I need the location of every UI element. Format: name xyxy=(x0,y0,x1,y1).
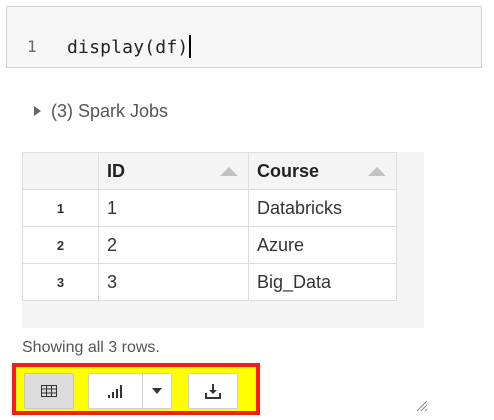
column-header-label: ID xyxy=(107,160,125,181)
resize-handle-icon[interactable] xyxy=(414,398,428,412)
spark-jobs-toggle[interactable]: (3) Spark Jobs xyxy=(34,100,168,122)
code-editor[interactable]: 1 display(df) xyxy=(6,6,482,68)
table-row: 1 1 Databricks xyxy=(22,189,397,227)
column-header-course[interactable]: Course xyxy=(248,152,397,190)
download-icon xyxy=(205,384,221,399)
row-count-text: Showing all 3 rows. xyxy=(22,339,160,356)
line-number: 1 xyxy=(27,37,37,56)
bar-chart-icon xyxy=(107,385,122,398)
results-table-container: ID Course 1 1 Databricks 2 2 Azure 3 3 B… xyxy=(22,152,424,328)
row-index: 2 xyxy=(22,226,99,264)
table-icon xyxy=(41,385,57,397)
chart-type-dropdown[interactable] xyxy=(142,373,172,409)
code-text: display(df) xyxy=(67,37,189,58)
results-table: ID Course 1 1 Databricks 2 2 Azure 3 3 B… xyxy=(22,152,397,301)
table-view-button[interactable] xyxy=(24,373,74,409)
row-index-header xyxy=(22,152,99,190)
caret-right-icon xyxy=(34,106,41,116)
sort-ascending-icon[interactable] xyxy=(368,166,386,176)
cell-id: 2 xyxy=(98,226,249,264)
chevron-down-icon xyxy=(152,388,162,394)
chart-view-button[interactable] xyxy=(88,373,142,409)
cell-id: 1 xyxy=(98,189,249,227)
row-index: 3 xyxy=(22,263,99,301)
code-line[interactable]: display(df) xyxy=(67,35,192,58)
cell-course: Databricks xyxy=(248,189,397,227)
text-cursor xyxy=(189,35,192,58)
download-button[interactable] xyxy=(188,373,238,409)
line-gutter: 1 xyxy=(7,7,53,67)
column-header-label: Course xyxy=(257,160,320,181)
column-header-id[interactable]: ID xyxy=(98,152,249,190)
spark-jobs-label: (3) Spark Jobs xyxy=(51,100,169,121)
table-row: 3 3 Big_Data xyxy=(22,263,397,301)
display-toolbar xyxy=(12,363,260,415)
cell-id: 3 xyxy=(98,263,249,301)
table-header-row: ID Course xyxy=(22,152,397,190)
table-row: 2 2 Azure xyxy=(22,226,397,264)
notebook-cell: 1 display(df) (3) Spark Jobs ID Course 1… xyxy=(0,0,494,420)
cell-course: Azure xyxy=(248,226,397,264)
sort-ascending-icon[interactable] xyxy=(220,166,238,176)
cell-course: Big_Data xyxy=(248,263,397,301)
row-index: 1 xyxy=(22,189,99,227)
